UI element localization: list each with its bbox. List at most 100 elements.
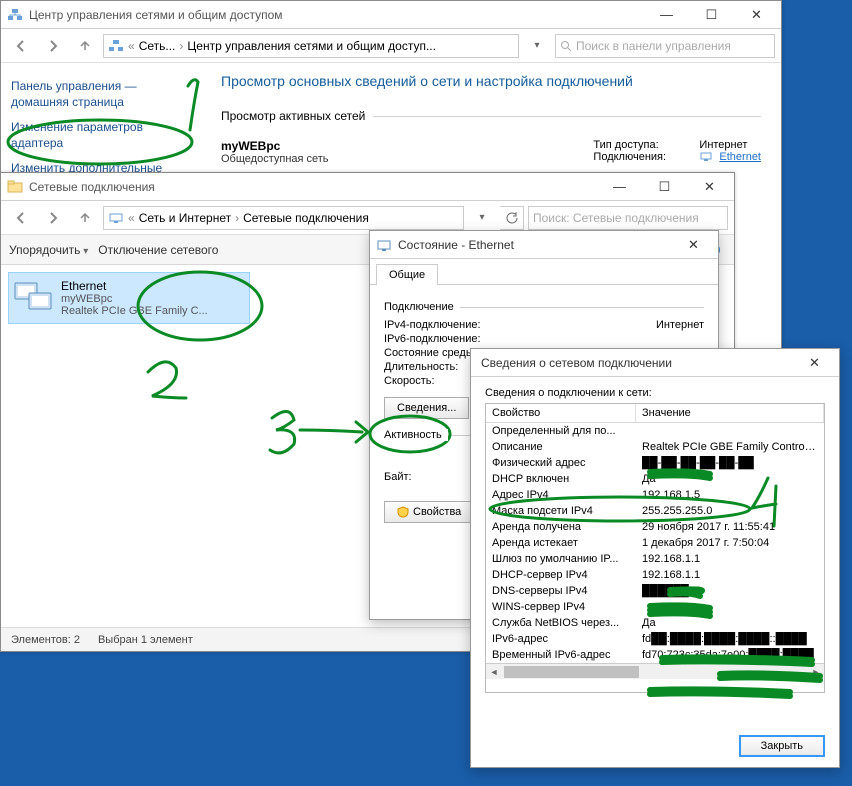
table-row[interactable]: Шлюз по умолчанию IP...192.168.1.1: [486, 551, 824, 567]
dialog-title: Состояние - Ethernet: [398, 238, 671, 252]
value-cell: Да: [642, 471, 818, 487]
minimize-button[interactable]: —: [597, 174, 642, 200]
value-cell: 192.168.1.1: [642, 551, 818, 567]
table-row[interactable]: Физический адрес██-██-██-██-██-██: [486, 455, 824, 471]
details-subheader: Сведения о подключении к сети:: [485, 387, 825, 399]
horizontal-scrollbar[interactable]: ◄ ►: [486, 663, 824, 679]
table-row[interactable]: Определенный для по...: [486, 423, 824, 439]
titlebar[interactable]: Центр управления сетями и общим доступом…: [1, 1, 781, 29]
value-cell: [642, 423, 818, 439]
adapter-device: Realtek PCIe GBE Family C...: [61, 305, 208, 317]
breadcrumb-segment[interactable]: Сетевые подключения: [243, 211, 369, 225]
breadcrumb-segment[interactable]: Центр управления сетями и общим доступ..…: [187, 39, 436, 53]
details-table: Свойство Значение Определенный для по...…: [485, 403, 825, 693]
network-name: myWEBpc: [221, 139, 329, 153]
connection-link[interactable]: Ethernet: [719, 151, 761, 163]
search-input[interactable]: Поиск: Сетевые подключения: [528, 206, 728, 230]
ipv6-conn-label: IPv6-подключение:: [384, 333, 524, 345]
value-cell: 192.168.1.5: [642, 487, 818, 503]
tab-row: Общие: [370, 259, 718, 285]
refresh-button[interactable]: [500, 206, 524, 230]
close-button[interactable]: ✕: [792, 350, 837, 376]
property-cell: DHCP включен: [492, 471, 642, 487]
property-cell: WINS-сервер IPv4: [492, 599, 642, 615]
property-cell: Аренда получена: [492, 519, 642, 535]
table-row[interactable]: ОписаниеRealtek PCIe GBE Family Controll…: [486, 439, 824, 455]
dialog-title: Сведения о сетевом подключении: [477, 356, 792, 370]
chevron-icon: «: [126, 39, 137, 53]
scrollbar-thumb[interactable]: [504, 666, 639, 678]
table-row[interactable]: IPv6-адресfd██:████:████:████::████: [486, 631, 824, 647]
close-button[interactable]: ✕: [687, 174, 732, 200]
table-row[interactable]: Служба NetBIOS через...Да: [486, 615, 824, 631]
scroll-right-icon[interactable]: ►: [808, 667, 824, 677]
access-type-value: Интернет: [699, 139, 747, 151]
forward-button[interactable]: [39, 204, 67, 232]
property-cell: Временный IPv6-адрес: [492, 647, 642, 663]
properties-button[interactable]: Свойства: [384, 501, 474, 523]
titlebar[interactable]: Состояние - Ethernet ✕: [370, 231, 718, 259]
property-cell: Физический адрес: [492, 455, 642, 471]
sidebar-link-home[interactable]: Панель управления — домашняя страница: [11, 79, 191, 110]
value-cell: ██████16: [642, 583, 818, 599]
history-button[interactable]: ▾: [523, 32, 551, 60]
property-cell: Определенный для по...: [492, 423, 642, 439]
close-dialog-button[interactable]: Закрыть: [739, 735, 825, 757]
organize-menu[interactable]: Упорядочить: [9, 243, 88, 257]
chevron-right-icon: ›: [233, 211, 241, 225]
property-cell: Шлюз по умолчанию IP...: [492, 551, 642, 567]
tab-general[interactable]: Общие: [376, 264, 438, 285]
value-cell: 192.168.1.1: [642, 567, 818, 583]
minimize-button[interactable]: —: [644, 2, 689, 28]
history-button[interactable]: ▾: [468, 204, 496, 232]
disable-network-button[interactable]: Отключение сетевого: [98, 243, 218, 257]
property-cell: IPv6-адрес: [492, 631, 642, 647]
close-button[interactable]: ✕: [671, 232, 716, 258]
table-row[interactable]: DHCP-сервер IPv4192.168.1.1: [486, 567, 824, 583]
table-row[interactable]: Аренда получена29 ноября 2017 г. 11:55:4…: [486, 519, 824, 535]
adapter-item[interactable]: Ethernet myWEBpc Realtek PCIe GBE Family…: [9, 273, 249, 323]
close-button[interactable]: ✕: [734, 2, 779, 28]
breadcrumb-segment[interactable]: Сеть и Интернет: [139, 211, 231, 225]
forward-button[interactable]: [39, 32, 67, 60]
maximize-button[interactable]: ☐: [642, 174, 687, 200]
adapter-name: Ethernet: [61, 279, 208, 293]
breadcrumb[interactable]: « Сеть и Интернет › Сетевые подключения: [103, 206, 464, 230]
value-cell: [642, 599, 818, 615]
table-row[interactable]: Временный IPv6-адресfd70:723c:35da:7e00:…: [486, 647, 824, 663]
search-input[interactable]: Поиск в панели управления: [555, 34, 775, 58]
property-cell: DHCP-сервер IPv4: [492, 567, 642, 583]
scroll-left-icon[interactable]: ◄: [486, 667, 502, 677]
shield-icon: [397, 506, 409, 518]
titlebar[interactable]: Сведения о сетевом подключении ✕: [471, 349, 839, 377]
item-count: Элементов: 2: [11, 634, 80, 646]
column-property[interactable]: Свойство: [486, 404, 636, 422]
value-cell: Да: [642, 615, 818, 631]
table-row[interactable]: DNS-серверы IPv4██████16: [486, 583, 824, 599]
nav-bar: « Сеть... › Центр управления сетями и об…: [1, 29, 781, 63]
table-row[interactable]: Адрес IPv4192.168.1.5: [486, 487, 824, 503]
property-cell: Аренда истекает: [492, 535, 642, 551]
sidebar-link-adapter-settings[interactable]: Изменение параметров адаптера: [11, 120, 191, 151]
active-networks-label: Просмотр активных сетей: [221, 109, 365, 123]
up-button[interactable]: [71, 204, 99, 232]
value-cell: Realtek PCIe GBE Family Controller: [642, 439, 818, 455]
up-button[interactable]: [71, 32, 99, 60]
back-button[interactable]: [7, 204, 35, 232]
breadcrumb[interactable]: « Сеть... › Центр управления сетями и об…: [103, 34, 519, 58]
table-row[interactable]: Аренда истекает1 декабря 2017 г. 7:50:04: [486, 535, 824, 551]
table-row[interactable]: DHCP включенДа: [486, 471, 824, 487]
breadcrumb-segment[interactable]: Сеть...: [139, 39, 176, 53]
chevron-right-icon: ›: [177, 39, 185, 53]
ipv4-conn-label: IPv4-подключение:: [384, 319, 524, 331]
table-row[interactable]: WINS-сервер IPv4: [486, 599, 824, 615]
maximize-button[interactable]: ☐: [689, 2, 734, 28]
table-row[interactable]: Маска подсети IPv4255.255.255.0: [486, 503, 824, 519]
back-button[interactable]: [7, 32, 35, 60]
value-cell: fd██:████:████:████::████: [642, 631, 818, 647]
column-value[interactable]: Значение: [636, 404, 824, 422]
divider: [373, 116, 761, 117]
details-button[interactable]: Сведения...: [384, 397, 469, 419]
adapter-domain: myWEBpc: [61, 293, 208, 305]
titlebar[interactable]: Сетевые подключения — ☐ ✕: [1, 173, 734, 201]
